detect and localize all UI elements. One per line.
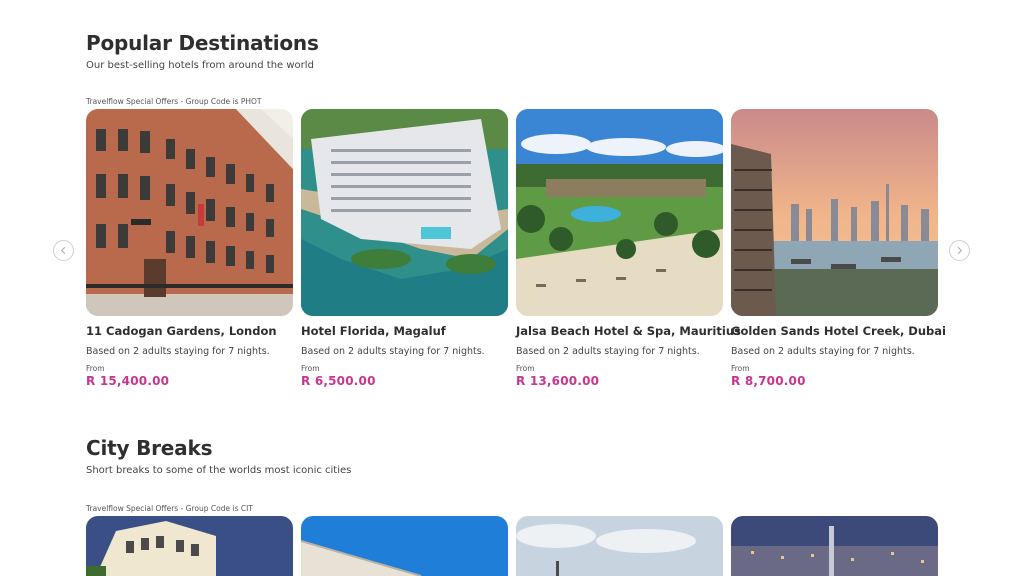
- hotel-image[interactable]: [731, 109, 938, 316]
- hotel-image[interactable]: [516, 109, 723, 316]
- hotel-image[interactable]: [301, 109, 508, 316]
- from-label: From: [86, 364, 105, 373]
- stay-info: Based on 2 adults staying for 7 nights.: [301, 346, 485, 357]
- offer-note: Travelflow Special Offers - Group Code i…: [86, 504, 253, 513]
- price: R 6,500.00: [301, 374, 376, 388]
- popular-destinations-section: Popular Destinations Our best-selling ho…: [86, 30, 946, 389]
- chevron-right-icon: [957, 246, 963, 255]
- section-subtitle: Our best-selling hotels from around the …: [86, 60, 314, 71]
- hotel-image[interactable]: [86, 109, 293, 316]
- hotel-name[interactable]: 11 Cadogan Gardens, London: [86, 324, 293, 338]
- city-image[interactable]: [516, 516, 723, 576]
- offer-note: Travelflow Special Offers - Group Code i…: [86, 97, 262, 106]
- hotel-name[interactable]: Golden Sands Hotel Creek, Dubai: [731, 324, 946, 338]
- city-breaks-section: City Breaks Short breaks to some of the …: [86, 435, 946, 576]
- hotel-carousel: 11 Cadogan Gardens, London Based on 2 ad…: [86, 109, 946, 389]
- city-card[interactable]: [86, 516, 293, 576]
- section-subtitle: Short breaks to some of the worlds most …: [86, 465, 352, 476]
- price: R 8,700.00: [731, 374, 806, 388]
- from-label: From: [731, 364, 750, 373]
- price: R 13,600.00: [516, 374, 600, 388]
- chevron-left-icon: [60, 246, 66, 255]
- hotel-name[interactable]: Hotel Florida, Magaluf: [301, 324, 508, 338]
- stay-info: Based on 2 adults staying for 7 nights.: [86, 346, 270, 357]
- city-carousel: [86, 516, 946, 576]
- hotel-name[interactable]: Jalsa Beach Hotel & Spa, Mauritius: [516, 324, 741, 338]
- hotel-card[interactable]: Golden Sands Hotel Creek, Dubai Based on…: [731, 109, 946, 389]
- hotel-card[interactable]: 11 Cadogan Gardens, London Based on 2 ad…: [86, 109, 293, 389]
- section-title: City Breaks: [86, 436, 213, 460]
- city-card[interactable]: [731, 516, 938, 576]
- from-label: From: [516, 364, 535, 373]
- city-image[interactable]: [731, 516, 938, 576]
- city-card[interactable]: [516, 516, 723, 576]
- city-image[interactable]: [301, 516, 508, 576]
- hotel-card[interactable]: Hotel Florida, Magaluf Based on 2 adults…: [301, 109, 508, 389]
- carousel-prev-button[interactable]: [53, 240, 74, 261]
- from-label: From: [301, 364, 320, 373]
- price: R 15,400.00: [86, 374, 170, 388]
- stay-info: Based on 2 adults staying for 7 nights.: [731, 346, 915, 357]
- hotel-card[interactable]: Jalsa Beach Hotel & Spa, Mauritius Based…: [516, 109, 741, 389]
- carousel-next-button[interactable]: [949, 240, 970, 261]
- city-image[interactable]: [86, 516, 293, 576]
- section-title: Popular Destinations: [86, 31, 319, 55]
- city-card[interactable]: [301, 516, 508, 576]
- stay-info: Based on 2 adults staying for 7 nights.: [516, 346, 700, 357]
